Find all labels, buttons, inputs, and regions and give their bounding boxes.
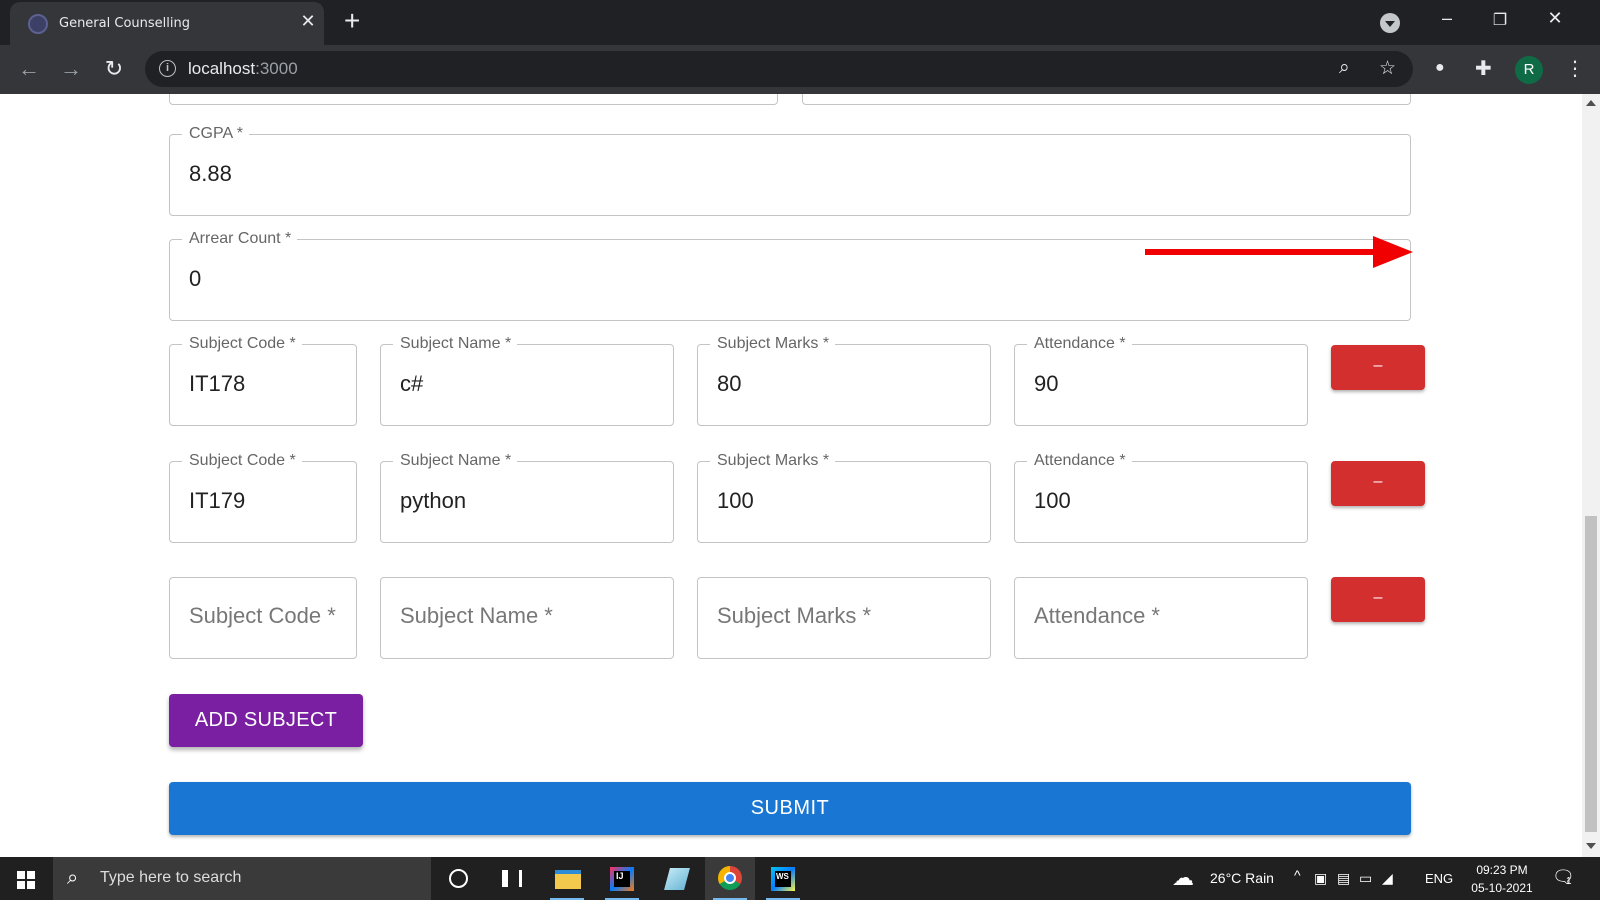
cortana-icon[interactable] — [434, 857, 484, 900]
notification-count: 1 — [1566, 876, 1572, 887]
site-info-icon[interactable]: i — [159, 60, 176, 77]
clock-date: 05-10-2021 — [1471, 881, 1533, 895]
subject-code-placeholder: Subject Code * — [189, 603, 336, 628]
subject-marks-input[interactable]: Subject Marks * — [697, 577, 991, 659]
windows-taskbar: ⌕ Type here to search IJ WS ☁ 26°C Rain … — [0, 857, 1600, 900]
subject-name-label: Subject Name * — [393, 452, 518, 470]
subject-code-input[interactable]: Subject Code * — [169, 577, 357, 659]
subject-code-label: Subject Code * — [182, 335, 302, 353]
task-view-icon[interactable] — [487, 857, 537, 900]
subject-code-label: Subject Code * — [182, 452, 302, 470]
extension-mouse-icon[interactable]: ● — [1435, 59, 1445, 77]
tab-favicon-icon — [28, 14, 48, 34]
tab-search-icon[interactable] — [1380, 13, 1400, 33]
cgpa-value: 8.88 — [189, 161, 232, 186]
webstorm-icon[interactable]: WS — [758, 857, 808, 900]
clipped-field-left[interactable] — [169, 94, 778, 105]
subject-marks-label: Subject Marks * — [710, 452, 836, 470]
tab-close-icon[interactable]: ✕ — [298, 11, 318, 32]
attendance-label: Attendance * — [1027, 452, 1132, 470]
weather-cloud-icon[interactable]: ☁ — [1172, 865, 1194, 891]
system-clock[interactable]: 09:23 PM 05-10-2021 — [1462, 861, 1542, 897]
scroll-down-icon[interactable] — [1586, 843, 1596, 849]
tray-meet-icon[interactable]: ▣ — [1314, 870, 1327, 887]
menu-kebab-icon[interactable]: ⋮ — [1565, 56, 1585, 81]
subject-name-field[interactable]: Subject Name * c# — [380, 335, 674, 426]
taskbar-search-box[interactable]: ⌕ Type here to search — [53, 857, 431, 900]
chrome-icon[interactable] — [705, 857, 755, 900]
browser-tab[interactable]: General Counselling ✕ — [10, 2, 324, 45]
restore-icon[interactable]: ❐ — [1485, 10, 1515, 30]
clock-time: 09:23 PM — [1476, 863, 1528, 877]
language-indicator[interactable]: ENG — [1425, 871, 1453, 886]
attendance-input[interactable]: Attendance * — [1014, 577, 1308, 659]
cgpa-label: CGPA * — [182, 125, 249, 143]
clipped-field-right[interactable] — [802, 94, 1411, 105]
windows-start-icon[interactable] — [17, 871, 35, 889]
intellij-icon[interactable]: IJ — [597, 857, 647, 900]
forward-icon[interactable]: → — [56, 56, 86, 82]
subject-marks-field[interactable]: Subject Marks * 80 — [697, 335, 991, 426]
submit-button[interactable]: SUBMIT — [169, 782, 1411, 835]
notes-app-icon[interactable] — [652, 857, 702, 900]
wifi-icon[interactable]: ◢ — [1382, 870, 1393, 887]
tray-chevron-icon[interactable]: ^ — [1294, 867, 1301, 883]
subject-name-input[interactable]: Subject Name * — [380, 577, 674, 659]
profile-avatar[interactable]: R — [1515, 56, 1543, 84]
scroll-up-icon[interactable] — [1586, 100, 1596, 106]
back-icon[interactable]: ← — [14, 56, 44, 82]
browser-tab-bar: General Counselling ✕ + – ❐ ✕ — [0, 0, 1600, 45]
subject-marks-placeholder: Subject Marks * — [717, 603, 872, 628]
weather-text[interactable]: 26°C Rain — [1210, 870, 1274, 886]
minimize-icon[interactable]: – — [1432, 8, 1462, 29]
close-window-icon[interactable]: ✕ — [1540, 8, 1570, 29]
extensions-puzzle-icon[interactable]: ✚ — [1475, 56, 1492, 81]
search-icon: ⌕ — [67, 867, 79, 889]
reload-icon[interactable]: ↻ — [99, 56, 129, 82]
subject-marks-value: 80 — [717, 371, 742, 396]
arrear-count-label: Arrear Count * — [182, 230, 298, 248]
address-bar[interactable]: i localhost:3000 ⌕ ☆ — [145, 51, 1413, 87]
subject-name-value: python — [400, 488, 467, 513]
cgpa-field[interactable]: CGPA * 8.88 — [169, 125, 1411, 216]
tab-title: General Counselling — [59, 16, 190, 31]
battery-icon[interactable]: ▭ — [1359, 870, 1372, 887]
scroll-thumb[interactable] — [1585, 516, 1597, 832]
remove-subject-button[interactable]: – — [1331, 345, 1425, 390]
subject-name-placeholder: Subject Name * — [400, 603, 553, 628]
annotation-arrow-icon — [1145, 236, 1413, 268]
bookmark-star-icon[interactable]: ☆ — [1379, 57, 1396, 80]
page-scrollbar[interactable] — [1582, 94, 1600, 857]
subject-name-value: c# — [400, 371, 424, 396]
subject-marks-value: 100 — [717, 488, 754, 513]
add-subject-button[interactable]: ADD SUBJECT — [169, 694, 363, 747]
attendance-label: Attendance * — [1027, 335, 1132, 353]
remove-subject-button[interactable]: – — [1331, 577, 1425, 622]
attendance-value: 90 — [1034, 371, 1059, 396]
file-explorer-icon[interactable] — [542, 857, 592, 900]
attendance-placeholder: Attendance * — [1034, 603, 1160, 628]
attendance-field[interactable]: Attendance * 90 — [1014, 335, 1308, 426]
subject-name-label: Subject Name * — [393, 335, 518, 353]
subject-code-field[interactable]: Subject Code * IT179 — [169, 452, 357, 543]
taskbar-search-placeholder: Type here to search — [100, 869, 242, 886]
subject-code-field[interactable]: Subject Code * IT178 — [169, 335, 357, 426]
remove-subject-button[interactable]: – — [1331, 461, 1425, 506]
browser-toolbar: ← → ↻ i localhost:3000 ⌕ ☆ ● ✚ R ⋮ — [0, 45, 1600, 94]
tray-network-icon[interactable]: ▤ — [1337, 870, 1350, 887]
attendance-value: 100 — [1034, 488, 1071, 513]
subject-name-field[interactable]: Subject Name * python — [380, 452, 674, 543]
page-content: CGPA * 8.88 Arrear Count * 0 Subject Cod… — [0, 94, 1582, 857]
url-text[interactable]: localhost:3000 — [188, 59, 298, 79]
new-tab-icon[interactable]: + — [344, 6, 360, 36]
zoom-icon[interactable]: ⌕ — [1339, 57, 1350, 79]
subject-marks-label: Subject Marks * — [710, 335, 836, 353]
subject-marks-field[interactable]: Subject Marks * 100 — [697, 452, 991, 543]
subject-code-value: IT178 — [189, 371, 246, 396]
attendance-field[interactable]: Attendance * 100 — [1014, 452, 1308, 543]
subject-code-value: IT179 — [189, 488, 246, 513]
arrear-count-value: 0 — [189, 266, 202, 291]
